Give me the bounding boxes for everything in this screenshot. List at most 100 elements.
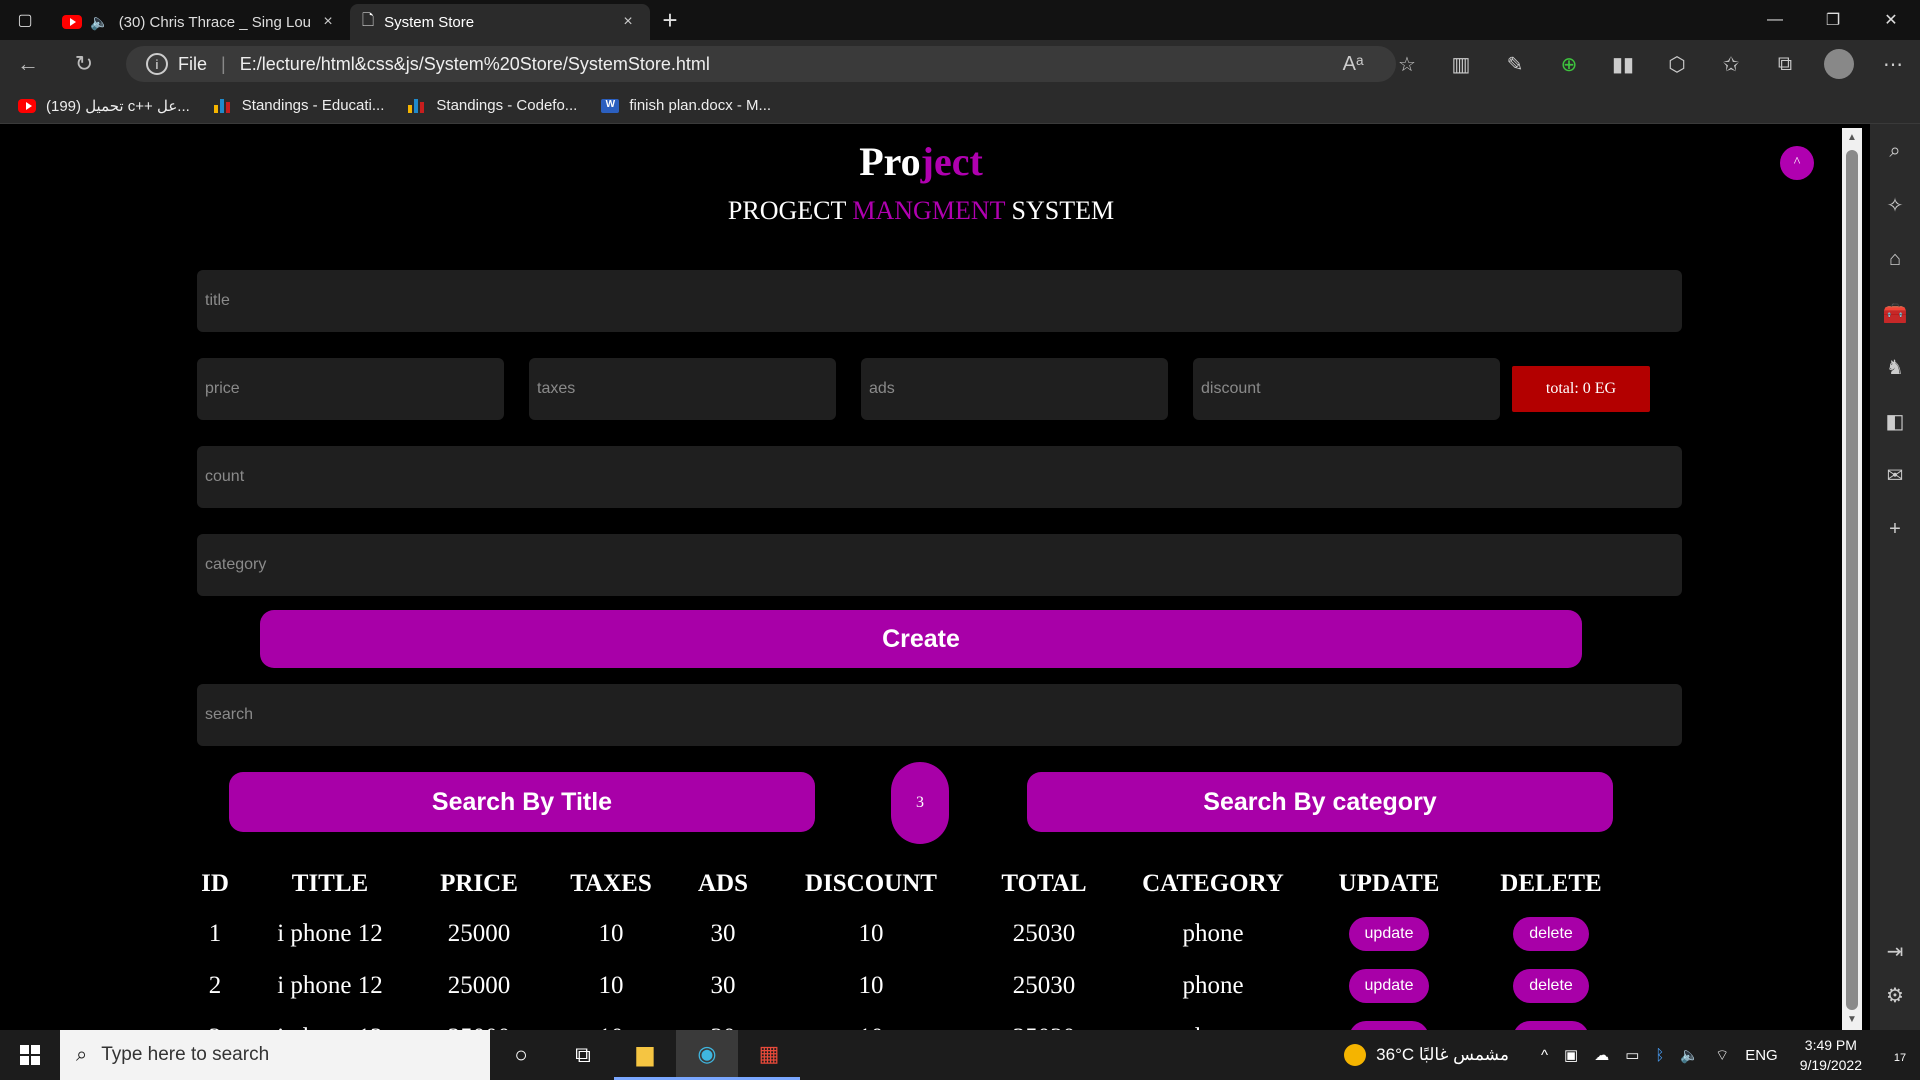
speaker-icon[interactable]: 🔈 <box>90 13 109 31</box>
update-button[interactable]: update <box>1348 917 1430 951</box>
read-aloud-icon[interactable]: Aᵃ <box>1326 53 1380 76</box>
restore-icon[interactable]: ❐ <box>1804 0 1862 40</box>
table-row: 1 i phone 12 25000 10 30 10 25030 phone … <box>185 908 1637 960</box>
favorites-icon[interactable]: ✩ <box>1704 52 1758 77</box>
file-explorer-icon[interactable]: ▆ <box>614 1030 676 1080</box>
extensions-icon[interactable]: ⬡ <box>1650 52 1704 77</box>
delete-button[interactable]: delete <box>1513 969 1589 1003</box>
profile-avatar[interactable] <box>1824 49 1854 79</box>
column-header: UPDATE <box>1338 870 1440 897</box>
discover-icon[interactable]: ✧ <box>1870 178 1920 232</box>
search-by-category-button[interactable]: Search By category <box>1027 772 1613 832</box>
extension-bars-icon[interactable]: ▮▮ <box>1596 52 1650 77</box>
cell-title: i phone 12 <box>277 920 383 947</box>
bluetooth-icon[interactable]: ᛒ <box>1655 1047 1664 1064</box>
shopping-tag-icon[interactable]: ⌂ <box>1870 232 1920 286</box>
cell-price: 25000 <box>415 1012 543 1030</box>
bookmark-standings-education[interactable]: Standings - Educati... <box>213 97 384 114</box>
category-input[interactable] <box>197 534 1682 596</box>
price-input[interactable] <box>197 358 504 420</box>
extension-plus-icon[interactable]: ⊕ <box>1542 52 1596 77</box>
games-icon[interactable]: ♞ <box>1870 340 1920 394</box>
taskbar-search[interactable]: ⌕ Type here to search <box>60 1030 490 1080</box>
scrollbar-thumb[interactable] <box>1846 150 1858 1010</box>
add-icon[interactable]: + <box>1870 502 1920 556</box>
scroll-down-arrow[interactable]: ▼ <box>1842 1010 1862 1030</box>
create-button[interactable]: Create <box>260 610 1582 668</box>
product-count-badge: 3 <box>891 762 949 844</box>
products-table: ID TITLE PRICE TAXES ADS DISCOUNT TOTAL … <box>185 860 1637 1030</box>
count-input[interactable] <box>197 446 1682 508</box>
onedrive-icon[interactable]: ☁ <box>1594 1046 1609 1064</box>
codeforces-icon <box>408 98 426 113</box>
start-button[interactable] <box>0 1030 60 1080</box>
extension-chart-icon[interactable]: ▥ <box>1434 52 1488 77</box>
edge-browser-icon[interactable]: ◉ <box>676 1030 738 1080</box>
cell-category: phone <box>1182 972 1244 999</box>
url-field[interactable]: i File | E:/lecture/html&css&js/System%2… <box>126 46 1396 82</box>
title-input[interactable] <box>197 270 1682 332</box>
new-tab-button[interactable]: + <box>650 5 690 36</box>
app-icon[interactable]: ▦ <box>738 1030 800 1080</box>
weather-widget[interactable]: 36°C مشمس غالبًا <box>1344 1044 1509 1066</box>
tab-system-store[interactable]: 🗋 System Store × <box>350 4 650 40</box>
update-button[interactable]: update <box>1348 969 1430 1003</box>
scroll-up-arrow[interactable]: ▲ <box>1842 128 1862 148</box>
page-subtitle: PROGECT MANGMENT SYSTEM <box>0 196 1842 226</box>
cell-total: 25030 <box>1012 972 1076 999</box>
bookmark-standings-codeforces[interactable]: Standings - Codefo... <box>408 97 577 114</box>
title-accent: ject <box>920 139 983 184</box>
delete-button[interactable]: delete <box>1513 917 1589 951</box>
task-view-icon[interactable]: ⧉ <box>552 1030 614 1080</box>
notifications-icon[interactable]: 17 <box>1880 1045 1920 1066</box>
language-indicator[interactable]: ENG <box>1745 1047 1778 1064</box>
cortana-icon[interactable]: ○ <box>490 1030 552 1080</box>
scroll-top-button[interactable]: ^ <box>1780 146 1814 180</box>
ads-input[interactable] <box>861 358 1168 420</box>
back-icon[interactable]: ← <box>0 40 56 88</box>
more-icon[interactable]: ⋯ <box>1866 52 1920 77</box>
page-viewport: Project PROGECT MANGMENT SYSTEM ^ total:… <box>0 124 1842 1030</box>
add-favorite-icon[interactable]: ☆ <box>1380 52 1434 77</box>
system-tray: 36°C مشمس غالبًا ^ ▣ ☁ ▭ ᛒ 🔈 ⌔ ENG 3:49 … <box>1344 1030 1920 1080</box>
tools-icon[interactable]: 🧰 <box>1870 286 1920 340</box>
outlook-icon[interactable]: ✉ <box>1870 448 1920 502</box>
search-by-title-button[interactable]: Search By Title <box>229 772 815 832</box>
tab-youtube[interactable]: 🔈 (30) Chris Thrace _ Sing Lou × <box>50 4 350 40</box>
windows-logo-icon <box>20 1045 40 1065</box>
collections-icon[interactable]: ⧉ <box>1758 53 1812 76</box>
battery-icon[interactable]: ▭ <box>1625 1046 1639 1064</box>
minimize-icon[interactable]: — <box>1746 0 1804 40</box>
window-controls: — ❐ ✕ <box>1746 0 1920 40</box>
refresh-icon[interactable]: ↻ <box>56 40 112 88</box>
taxes-input[interactable] <box>529 358 836 420</box>
close-icon[interactable]: × <box>318 13 338 31</box>
chevron-up-icon[interactable]: ^ <box>1541 1047 1548 1064</box>
discount-input[interactable] <box>1193 358 1500 420</box>
bookmark-youtube[interactable]: (199) تحميل c++ عل... <box>18 97 190 115</box>
url-separator: | <box>221 53 226 74</box>
update-button[interactable]: update <box>1348 1021 1430 1030</box>
page-scrollbar[interactable]: ▲ ▼ <box>1842 128 1862 1030</box>
meet-icon[interactable]: ▣ <box>1564 1046 1578 1064</box>
wifi-icon[interactable]: ⌔ <box>1715 1046 1729 1065</box>
extension-pen-icon[interactable]: ✎ <box>1488 52 1542 77</box>
cell-id: 2 <box>208 972 222 999</box>
tab-actions-icon[interactable]: ▢ <box>0 0 50 40</box>
clock[interactable]: 3:49 PM 9/19/2022 <box>1800 1035 1862 1075</box>
info-icon[interactable]: i <box>146 53 168 75</box>
cell-discount: 10 <box>858 972 884 999</box>
close-icon[interactable]: × <box>618 13 638 31</box>
settings-gear-icon[interactable]: ⚙ <box>1870 968 1920 1022</box>
search-input[interactable] <box>197 684 1682 746</box>
close-window-icon[interactable]: ✕ <box>1862 0 1920 40</box>
search-icon[interactable]: ⌕ <box>1870 124 1920 178</box>
bookmark-finish-plan[interactable]: W finish plan.docx - M... <box>601 97 771 114</box>
toolbar-icons: Aᵃ ☆ ▥ ✎ ⊕ ▮▮ ⬡ ✩ ⧉ ⋯ <box>1326 40 1920 88</box>
column-header: ID <box>201 870 229 897</box>
office-icon[interactable]: ◧ <box>1870 394 1920 448</box>
volume-icon[interactable]: 🔈 <box>1680 1046 1699 1064</box>
delete-button[interactable]: delete <box>1513 1021 1589 1030</box>
clock-date: 9/19/2022 <box>1799 1057 1862 1073</box>
cell-ads: 30 <box>679 1012 767 1030</box>
